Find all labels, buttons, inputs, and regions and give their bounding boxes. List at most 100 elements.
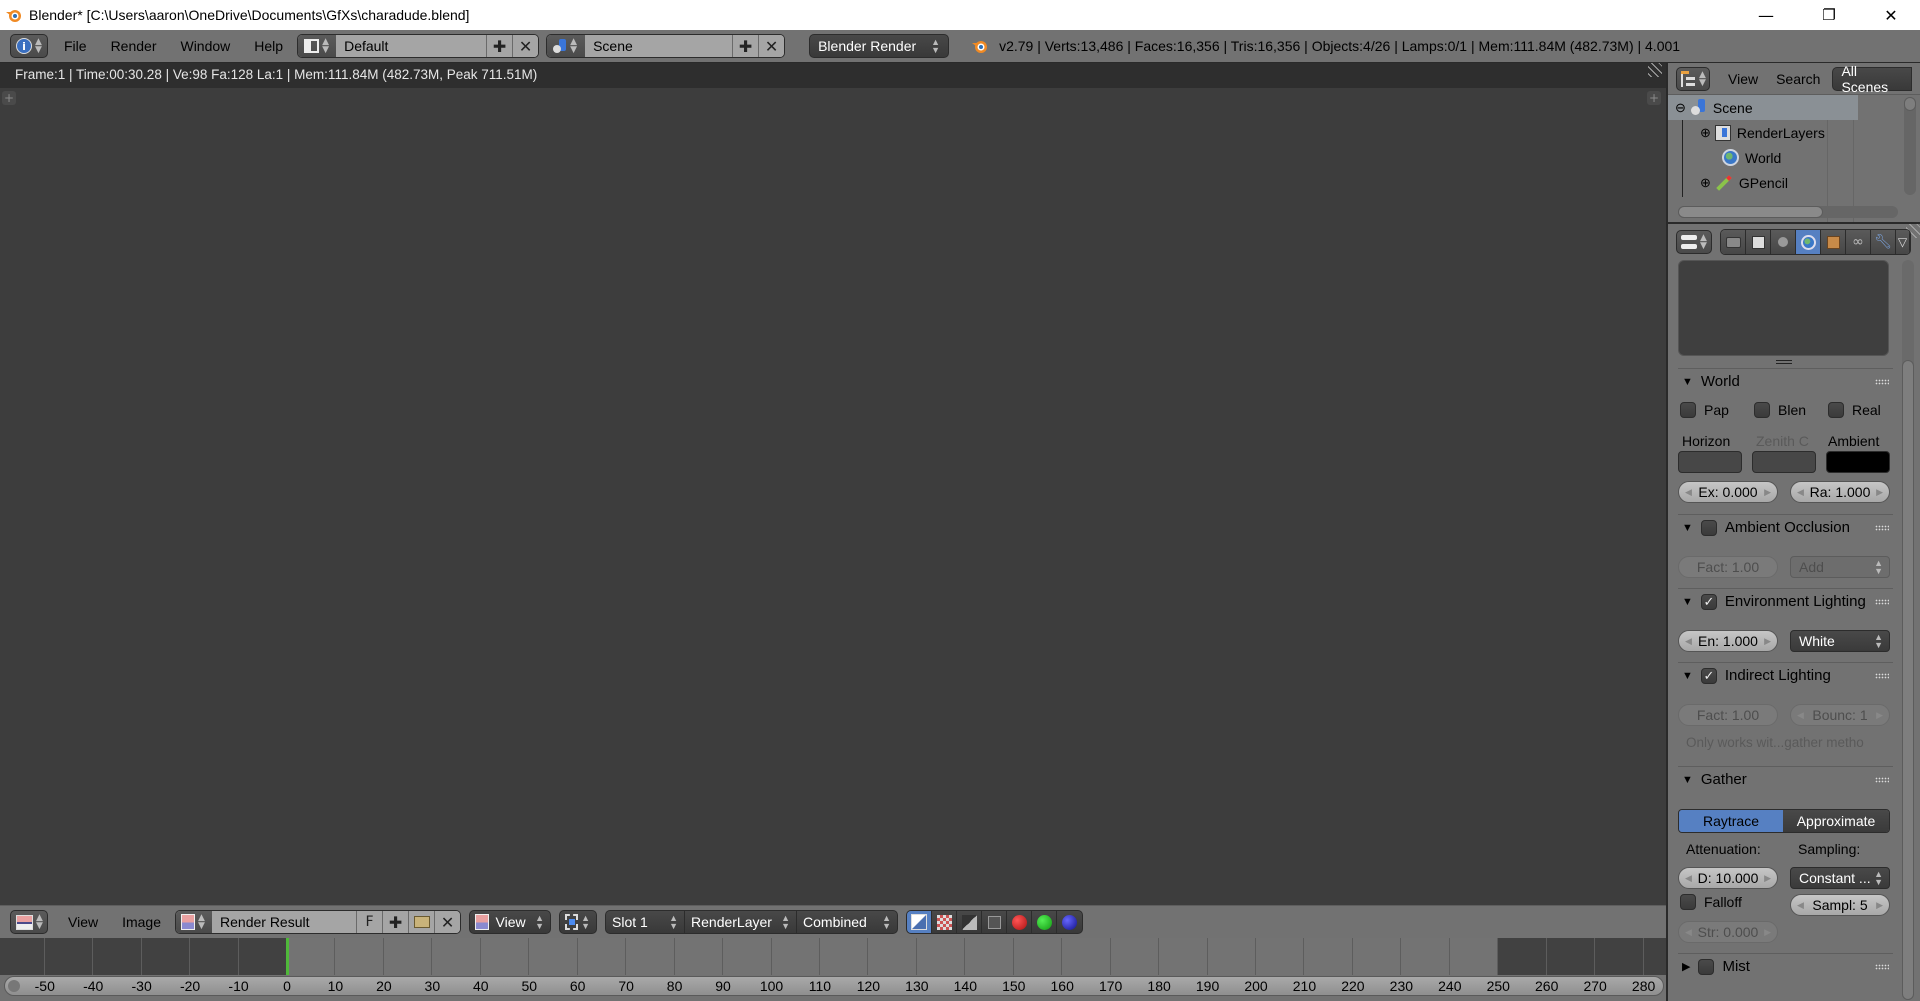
- tab-render-layers[interactable]: [1746, 230, 1771, 254]
- checkbox[interactable]: [1680, 402, 1696, 418]
- editor-type-selector[interactable]: ▲ ▼: [1676, 230, 1712, 254]
- expand-icon[interactable]: ⊕: [1700, 175, 1711, 191]
- delete-scene-button[interactable]: ✕: [758, 35, 785, 57]
- image-canvas[interactable]: + +: [0, 88, 1666, 905]
- screen-layout-selector[interactable]: ▲ ▼: [298, 35, 337, 57]
- add-scene-button[interactable]: ✚: [732, 35, 759, 57]
- panel-gather-header[interactable]: ▼ Gather: [1678, 766, 1893, 792]
- view-mode-dropdown[interactable]: View ▲ ▼: [469, 910, 552, 934]
- expand-icon[interactable]: ⊕: [1700, 125, 1711, 141]
- outliner-menu-search[interactable]: Search: [1770, 71, 1826, 87]
- falloff-strength-field[interactable]: ◀ Str: 0.000 ▶: [1678, 921, 1778, 943]
- tab-modifiers[interactable]: 🔧︎: [1871, 230, 1896, 254]
- channel-color-alpha-button[interactable]: [907, 911, 933, 933]
- playhead[interactable]: [286, 938, 289, 975]
- timeline-track[interactable]: [0, 938, 1666, 975]
- maximize-button[interactable]: ❐: [1800, 0, 1858, 30]
- drag-grip-icon[interactable]: [1875, 379, 1889, 385]
- image-name-field[interactable]: Render Result: [212, 911, 357, 933]
- drag-grip-icon[interactable]: [1875, 599, 1889, 605]
- ambient-color-swatch[interactable]: [1826, 451, 1890, 473]
- minimize-button[interactable]: —: [1737, 0, 1795, 30]
- open-image-button[interactable]: [408, 911, 435, 933]
- distance-field[interactable]: ◀ D: 10.000 ▶: [1678, 867, 1778, 889]
- menu-render[interactable]: Render: [99, 38, 169, 54]
- channel-red-button[interactable]: [1007, 911, 1033, 933]
- gather-approximate-button[interactable]: Approximate: [1783, 810, 1889, 832]
- checkbox[interactable]: [1828, 402, 1844, 418]
- ao-blend-dropdown[interactable]: Add ▲ ▼: [1790, 556, 1890, 578]
- mist-toggle[interactable]: [1698, 958, 1715, 975]
- menu-image[interactable]: Image: [110, 914, 173, 930]
- panel-environment-lighting-header[interactable]: ▼ ✓ Environment Lighting: [1678, 588, 1893, 614]
- drag-grip-icon[interactable]: [1875, 525, 1889, 531]
- tab-scene[interactable]: [1771, 230, 1796, 254]
- close-button[interactable]: ✕: [1862, 0, 1920, 30]
- editor-type-selector[interactable]: ▲ ▼: [1676, 66, 1710, 91]
- blend-sky-checkbox[interactable]: Blen: [1754, 402, 1806, 418]
- outliner-item-gpencil[interactable]: ⊕ GPencil: [1668, 170, 1858, 195]
- panel-mist-header[interactable]: ▶ Mist: [1678, 953, 1893, 979]
- drag-grip-icon[interactable]: [1875, 777, 1889, 783]
- zenith-color-swatch[interactable]: [1752, 451, 1816, 473]
- outliner-display-mode-dropdown[interactable]: All Scenes: [1832, 63, 1913, 95]
- channel-zbuffer-button[interactable]: [982, 911, 1008, 933]
- panel-world-header[interactable]: ▼ World: [1678, 368, 1893, 394]
- indirect-bounces-field[interactable]: ◀ Bounc: 1 ▶: [1790, 704, 1890, 726]
- properties-vertical-scrollbar[interactable]: [1902, 260, 1914, 1000]
- indirect-lighting-toggle[interactable]: ✓: [1700, 667, 1717, 684]
- tab-data[interactable]: ▽: [1896, 230, 1910, 254]
- exposure-field[interactable]: ◀ Ex: 0.000 ▶: [1678, 481, 1778, 503]
- panel-ambient-occlusion-header[interactable]: ▼ Ambient Occlusion: [1678, 514, 1893, 540]
- tab-object[interactable]: [1821, 230, 1846, 254]
- outliner-item-renderlayers[interactable]: ⊕ RenderLayers: [1668, 120, 1858, 145]
- tab-world[interactable]: [1796, 230, 1821, 254]
- menu-view[interactable]: View: [56, 914, 110, 930]
- outliner-menu-view[interactable]: View: [1716, 71, 1770, 87]
- env-energy-field[interactable]: ◀ En: 1.000 ▶: [1678, 630, 1778, 652]
- sidebar-expand-button[interactable]: +: [1647, 91, 1661, 105]
- new-image-button[interactable]: ✚: [382, 911, 409, 933]
- env-color-dropdown[interactable]: White ▲ ▼: [1790, 630, 1890, 652]
- scrollbar-thumb[interactable]: [1902, 360, 1914, 1000]
- delete-screen-button[interactable]: ✕: [512, 35, 539, 57]
- outliner-item-world[interactable]: World: [1668, 145, 1858, 170]
- channel-color-button[interactable]: [932, 911, 958, 933]
- falloff-checkbox[interactable]: Falloff: [1680, 894, 1742, 910]
- scroll-handle[interactable]: [8, 980, 20, 992]
- image-browse-button[interactable]: ▲ ▼: [176, 911, 213, 933]
- scene-selector[interactable]: ▲ ▼: [547, 35, 586, 57]
- collapse-icon[interactable]: ⊖: [1675, 100, 1686, 116]
- preview-resize-handle[interactable]: [1776, 360, 1792, 364]
- channel-green-button[interactable]: [1032, 911, 1058, 933]
- slot-dropdown[interactable]: Slot 1 ▲ ▼: [606, 911, 686, 933]
- scrollbar-thumb[interactable]: [1904, 97, 1916, 111]
- samples-field[interactable]: ◀ Sampl: 5 ▶: [1790, 894, 1890, 916]
- menu-file[interactable]: File: [52, 38, 99, 54]
- scrollbar-thumb[interactable]: [1678, 206, 1823, 218]
- ambient-occlusion-toggle[interactable]: [1700, 519, 1717, 536]
- range-field[interactable]: ◀ Ra: 1.000 ▶: [1790, 481, 1890, 503]
- outliner-item-scene[interactable]: ⊖ Scene: [1668, 95, 1858, 120]
- checkbox[interactable]: [1754, 402, 1770, 418]
- tab-constraints[interactable]: ∞: [1846, 230, 1871, 254]
- ao-factor-field[interactable]: Fact: 1.00: [1678, 556, 1778, 578]
- real-sky-checkbox[interactable]: Real: [1828, 402, 1881, 418]
- sampling-method-dropdown[interactable]: Constant ... ▲ ▼: [1790, 867, 1890, 889]
- area-split-handle[interactable]: [1648, 63, 1662, 77]
- pivot-selector[interactable]: ▲ ▼: [559, 910, 598, 934]
- screen-layout-name[interactable]: Default: [336, 35, 487, 57]
- tab-render[interactable]: [1721, 230, 1746, 254]
- editor-type-selector[interactable]: ▲ ▼: [10, 910, 48, 934]
- fake-user-button[interactable]: F: [356, 911, 383, 933]
- outliner-vertical-scrollbar[interactable]: [1904, 97, 1916, 195]
- frame-ruler[interactable]: -50 -40 -30 -20 -10 0 10 20 30 40 50 60 70 80 90 100 110…: [4, 976, 1664, 996]
- menu-window[interactable]: Window: [168, 38, 242, 54]
- drag-grip-icon[interactable]: [1875, 964, 1889, 970]
- add-screen-button[interactable]: ✚: [486, 35, 513, 57]
- panel-indirect-lighting-header[interactable]: ▼ ✓ Indirect Lighting: [1678, 662, 1893, 688]
- menu-help[interactable]: Help: [242, 38, 295, 54]
- channel-alpha-button[interactable]: [957, 911, 983, 933]
- render-layer-dropdown[interactable]: RenderLayer ▲ ▼: [685, 911, 798, 933]
- gather-raytrace-button[interactable]: Raytrace: [1679, 810, 1784, 832]
